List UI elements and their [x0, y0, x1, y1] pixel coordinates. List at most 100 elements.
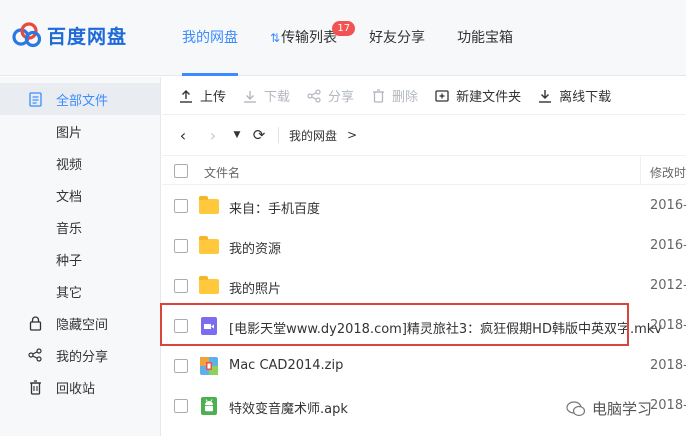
upload-label: 上传: [200, 90, 227, 105]
folder-icon: [199, 196, 219, 216]
new-folder-button[interactable]: 新建文件夹: [435, 77, 521, 115]
sidebar-item-images[interactable]: 图片: [0, 115, 160, 147]
app-logo[interactable]: 百度网盘: [12, 20, 127, 50]
row-checkbox[interactable]: [174, 359, 188, 373]
folder-icon: [199, 236, 219, 256]
delete-button[interactable]: 删除: [371, 77, 418, 115]
list-header: 文件名 修改时: [162, 155, 686, 185]
row-checkbox[interactable]: [174, 239, 188, 253]
document-icon: [28, 91, 42, 107]
forward-arrow-icon[interactable]: ›: [202, 124, 224, 146]
sidebar-item-videos[interactable]: 视频: [0, 147, 160, 179]
sidebar-item-hidden-space[interactable]: 隐藏空间: [0, 307, 160, 339]
file-list: 文件名 修改时 来自：手机百度 2016-0 我的资源 2016-0 我的照片 …: [162, 155, 686, 436]
file-name[interactable]: 特效变音魔术师.apk: [229, 398, 348, 417]
offline-download-button[interactable]: 离线下载: [538, 77, 611, 115]
watermark-text: 电脑学习: [592, 400, 653, 418]
sidebar-item-music[interactable]: 音乐: [0, 211, 160, 243]
transfer-count-badge: 17: [332, 21, 356, 36]
sidebar-item-label: 回收站: [56, 381, 96, 397]
file-row[interactable]: Mac CAD2014.zip 2018-0: [162, 346, 686, 386]
file-time: 2018-0: [650, 398, 686, 413]
share-icon: [307, 88, 321, 103]
top-header: 百度网盘 我的网盘 ⇅传输列表 17 好友分享 功能宝箱: [0, 0, 686, 76]
file-time: 2012-0: [650, 278, 686, 293]
sidebar-item-other[interactable]: 其它: [0, 275, 160, 307]
tab-transfer-list[interactable]: ⇅传输列表 17: [254, 0, 356, 76]
sidebar-item-recycle-bin[interactable]: 回收站: [0, 371, 160, 403]
sidebar-item-documents[interactable]: 文档: [0, 179, 160, 211]
trash-icon: [28, 379, 42, 395]
sidebar-item-label: 音乐: [56, 221, 83, 237]
sidebar-item-label: 全部文件: [56, 93, 109, 109]
tab-label: 好友分享: [369, 30, 426, 46]
breadcrumb: ‹ › ▼ ⟳ 我的网盘 >: [162, 117, 686, 153]
share-button[interactable]: 分享: [307, 77, 354, 115]
file-name[interactable]: Mac CAD2014.zip: [229, 358, 343, 373]
share-label: 分享: [328, 90, 355, 105]
file-time: 2016-0: [650, 198, 686, 213]
sidebar-item-label: 我的分享: [56, 349, 109, 365]
app-name: 百度网盘: [47, 25, 128, 48]
download-label: 下载: [264, 90, 291, 105]
history-dropdown-icon[interactable]: ▼: [226, 124, 248, 146]
file-toolbar: 上传 下载 分享 删除 新建文件夹 离线下载: [162, 77, 686, 115]
file-row[interactable]: 来自：手机百度 2016-0: [162, 186, 686, 226]
tab-label: 我的网盘: [182, 30, 238, 46]
select-all-checkbox[interactable]: [174, 164, 188, 178]
top-nav: 我的网盘 ⇅传输列表 17 好友分享 功能宝箱: [166, 0, 529, 76]
android-apk-icon: [199, 396, 219, 416]
tab-label: 传输列表: [281, 30, 338, 46]
row-checkbox[interactable]: [174, 199, 188, 213]
sidebar-item-label: 隐藏空间: [56, 317, 109, 333]
download-icon: [243, 89, 257, 103]
tab-label: 功能宝箱: [457, 30, 514, 46]
divider: [278, 127, 279, 143]
sidebar-item-label: 其它: [56, 285, 83, 301]
sidebar-item-torrents[interactable]: 种子: [0, 243, 160, 275]
trash-icon: [371, 88, 385, 103]
folder-icon: [199, 276, 219, 296]
baidu-cloud-logo-icon: [12, 20, 42, 50]
upload-icon: [179, 89, 193, 103]
breadcrumb-arrow[interactable]: >: [347, 128, 357, 142]
file-row[interactable]: 我的资源 2016-0: [162, 226, 686, 266]
file-row[interactable]: 我的照片 2012-0: [162, 266, 686, 306]
share-icon: [28, 347, 42, 363]
upload-button[interactable]: 上传: [179, 77, 226, 115]
zip-file-icon: [199, 356, 219, 376]
file-time: 2016-0: [650, 238, 686, 253]
tab-friend-share[interactable]: 好友分享: [353, 0, 441, 76]
add-folder-icon: [435, 89, 449, 103]
column-time-header[interactable]: 修改时: [650, 164, 686, 181]
sidebar-item-label: 文档: [56, 189, 83, 205]
lock-icon: [28, 315, 42, 331]
column-divider[interactable]: [640, 156, 641, 185]
file-time: 2018-0: [650, 318, 686, 333]
watermark: 电脑学习: [566, 398, 652, 419]
sidebar-item-label: 图片: [56, 125, 83, 141]
row-checkbox[interactable]: [174, 279, 188, 293]
sidebar-item-label: 视频: [56, 157, 83, 173]
column-name-header[interactable]: 文件名: [204, 164, 240, 181]
tab-toolbox[interactable]: 功能宝箱: [441, 0, 529, 76]
offline-download-label: 离线下载: [559, 90, 612, 105]
file-time: 2018-0: [650, 358, 686, 373]
wechat-icon: [566, 400, 586, 417]
offline-download-icon: [538, 89, 552, 103]
sidebar-item-my-share[interactable]: 我的分享: [0, 339, 160, 371]
refresh-icon[interactable]: ⟳: [248, 124, 270, 146]
sidebar-item-all-files[interactable]: 全部文件: [0, 83, 160, 115]
sidebar: 全部文件 图片 视频 文档 音乐 种子 其它 隐藏空间 我的分享 回收站: [0, 77, 161, 436]
row-checkbox[interactable]: [174, 399, 188, 413]
file-name[interactable]: 来自：手机百度: [229, 198, 320, 217]
file-name[interactable]: 我的照片: [229, 278, 281, 297]
download-button[interactable]: 下载: [243, 77, 290, 115]
sidebar-item-label: 种子: [56, 253, 83, 269]
breadcrumb-current[interactable]: 我的网盘: [289, 127, 337, 144]
back-arrow-icon[interactable]: ‹: [172, 124, 194, 146]
file-name[interactable]: 我的资源: [229, 238, 281, 257]
new-folder-label: 新建文件夹: [456, 90, 522, 105]
highlight-box: [160, 303, 629, 346]
tab-my-disk[interactable]: 我的网盘: [166, 0, 254, 76]
